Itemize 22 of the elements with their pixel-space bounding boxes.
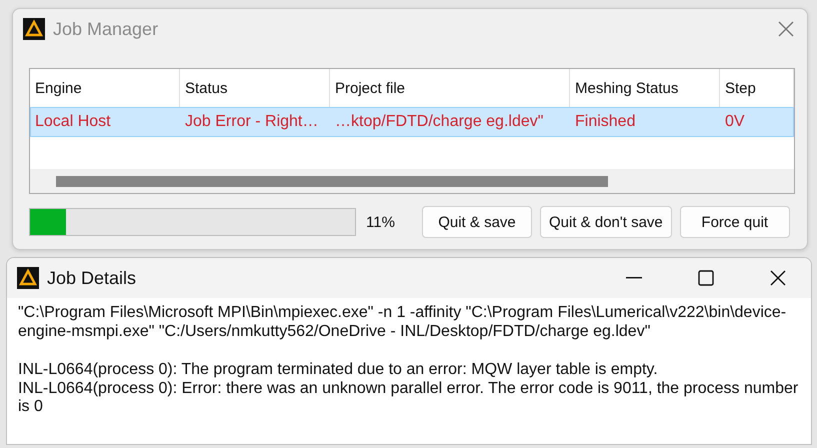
app-logo-icon [23,18,45,40]
table-cell-text: …ktop/FDTD/charge eg.ldev" [334,112,544,132]
table-cell-text: 0V [724,112,746,132]
close-icon [777,20,795,38]
quit-button[interactable]: Quit & don't save [540,206,672,238]
table-cell-text: Job Error - Right… [184,112,320,132]
log-text: "C:\Program Files\Microsoft MPI\Bin\mpiexec.exe" -n 1 -affinity "C:\Program Files\Lumerical\v222\bin\device-engine-msmpi.exe" "C:/Users/nmkutty562/OneDrive - INL/Desktop/FDTD/charge eg.ldev" [18,304,788,341]
app-logo-icon [17,267,39,289]
window-title: Job Manager [53,18,160,40]
quit-button[interactable]: Quit & save [422,206,532,238]
table-row[interactable]: Local Host Job Error - Right… …ktop/FDTD/charge eg.ldev" Finished 0V [30,107,794,137]
maximize-icon [698,270,714,286]
table-cell-text: Local Host [34,112,112,132]
close-icon [769,269,787,287]
minimize-icon [626,277,642,279]
window-title: Job Details [47,268,138,288]
table-cell-text: Finished [574,112,636,132]
quit-button[interactable]: Force quit [680,206,790,238]
log-text: INL-L0664(process 0): The program terminated due to an error: MQW layer table is empty. INL-L0664(process 0): Error: there was an unknown parallel error. The error code is 9011, the process number is 0 [18,361,800,416]
progress-percent: 11% [366,214,396,230]
horizontal-scrollbar[interactable] [30,169,794,193]
scrollbar-thumb[interactable] [56,176,608,186]
